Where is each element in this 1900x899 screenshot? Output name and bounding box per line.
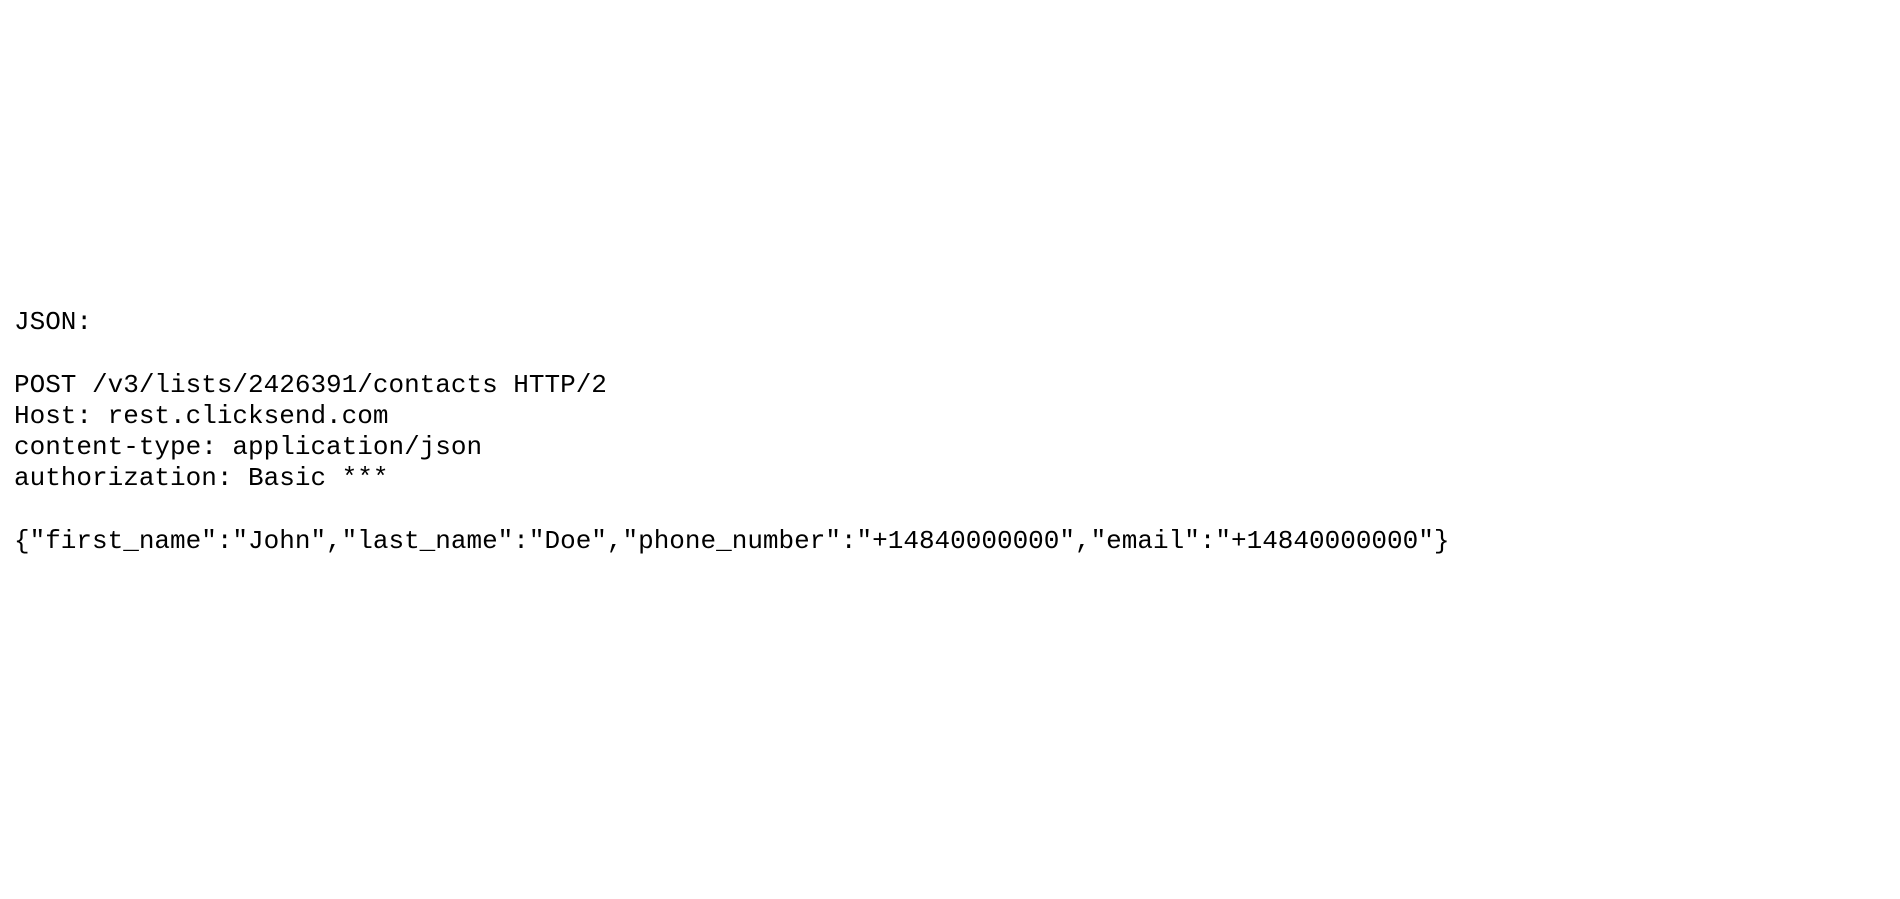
request-body: {"first_name":"John","last_name":"Doe","… (14, 526, 1449, 556)
http-request-code-block: JSON: POST /v3/lists/2426391/contacts HT… (14, 276, 1900, 557)
host-header: Host: rest.clicksend.com (14, 401, 388, 431)
json-label: JSON: (14, 307, 92, 337)
authorization-header: authorization: Basic *** (14, 463, 388, 493)
request-line: POST /v3/lists/2426391/contacts HTTP/2 (14, 370, 607, 400)
content-type-header: content-type: application/json (14, 432, 482, 462)
